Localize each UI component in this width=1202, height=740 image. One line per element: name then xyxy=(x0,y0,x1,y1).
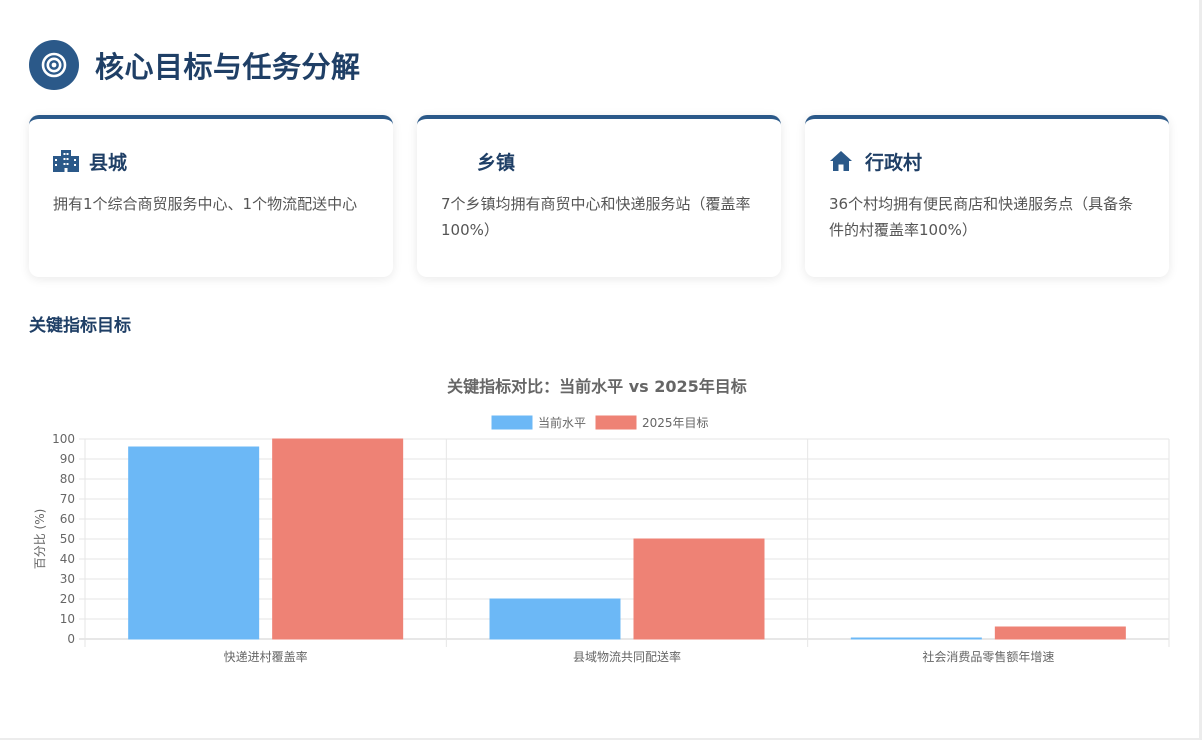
legend-swatch xyxy=(595,415,637,430)
bar xyxy=(994,626,1126,640)
bar xyxy=(489,598,621,640)
page-title: 核心目标与任务分解 xyxy=(95,50,361,84)
legend-label: 2025年目标 xyxy=(642,416,709,430)
y-axis-label: 百分比 (%) xyxy=(33,509,47,570)
bar xyxy=(850,637,982,640)
y-tick-label: 70 xyxy=(60,492,75,506)
legend-swatch xyxy=(491,415,533,430)
card-text: 7个乡镇均拥有商贸中心和快递服务站（覆盖率100%） xyxy=(441,195,751,239)
card-text: 拥有1个综合商贸服务中心、1个物流配送中心 xyxy=(53,195,358,213)
y-tick-label: 40 xyxy=(60,552,75,566)
target-icon xyxy=(29,40,79,90)
chart-title: 关键指标对比：当前水平 vs 2025年目标 xyxy=(447,377,747,396)
building-icon xyxy=(53,149,79,173)
y-tick-label: 0 xyxy=(67,632,75,646)
bar-chart: 关键指标对比：当前水平 vs 2025年目标当前水平 2025年目标 0 10 20 30… xyxy=(33,377,1170,664)
card-town: 乡镇 7个乡镇均拥有商贸中心和快递服务站（覆盖率100%） xyxy=(417,115,781,277)
x-tick-label: 社会消费品零售额年增速 xyxy=(922,649,1054,664)
card-title: 县城 xyxy=(89,151,128,174)
card-icon-placeholder xyxy=(441,149,467,173)
section-title: 关键指标目标 xyxy=(29,316,131,336)
bar xyxy=(272,438,404,640)
bar xyxy=(128,446,260,640)
y-tick-label: 80 xyxy=(60,472,75,486)
y-tick-label: 30 xyxy=(60,572,75,586)
y-tick-label: 90 xyxy=(60,452,75,466)
card-county: 县城 拥有1个综合商贸服务中心、1个物流配送中心 xyxy=(29,115,393,277)
x-tick-label: 县域物流共同配送率 xyxy=(573,649,681,664)
y-tick-label: 10 xyxy=(60,612,75,626)
y-tick-label: 50 xyxy=(60,532,75,546)
card-text: 36个村均拥有便民商店和快递服务点（具备条件的村覆盖率100%） xyxy=(829,195,1134,239)
bar xyxy=(633,538,765,640)
page-header: 核心目标与任务分解 xyxy=(29,40,361,90)
y-tick-label: 60 xyxy=(60,512,75,526)
y-tick-label: 100 xyxy=(52,432,75,446)
y-tick-label: 20 xyxy=(60,592,75,606)
card-title: 乡镇 xyxy=(477,151,516,174)
home-icon xyxy=(829,149,855,173)
x-tick-label: 快递进村覆盖率 xyxy=(224,649,308,664)
legend-label: 当前水平 xyxy=(538,415,586,430)
card-title: 行政村 xyxy=(865,151,923,174)
card-village: 行政村 36个村均拥有便民商店和快递服务点（具备条件的村覆盖率100%） xyxy=(805,115,1169,277)
